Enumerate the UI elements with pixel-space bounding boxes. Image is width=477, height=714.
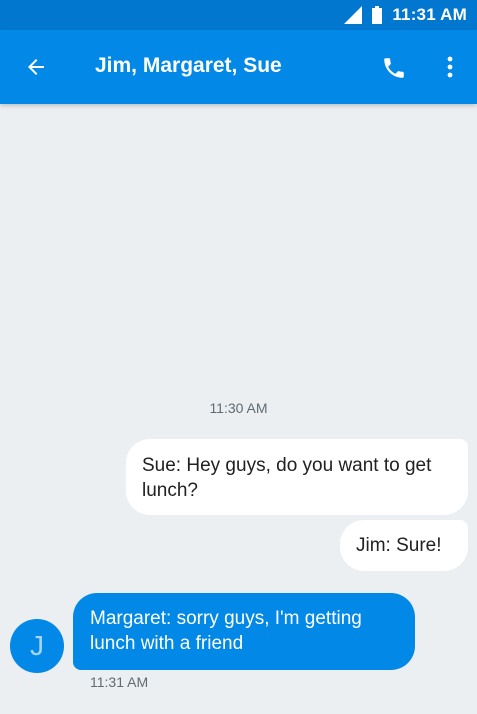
message-text: Sue: Hey guys, do you want to get lunch? [142, 455, 432, 501]
status-time: 11:31 AM [392, 5, 467, 24]
more-vert-icon[interactable] [440, 55, 460, 79]
message-bubble-outgoing[interactable]: Sue: Hey guys, do you want to get lunch? [126, 439, 468, 515]
battery-icon [372, 6, 383, 24]
message-bubble-outgoing[interactable]: Jim: Sure! [340, 520, 468, 571]
back-arrow-icon[interactable] [24, 55, 48, 79]
message-text: Jim: Sure! [356, 535, 442, 556]
conversation-timestamp: 11:30 AM [209, 400, 268, 416]
status-bar: 11:31 AM [0, 0, 477, 30]
phone-icon[interactable] [381, 55, 407, 81]
avatar-initial: J [30, 630, 44, 661]
message-bubble-incoming[interactable]: Margaret: sorry guys, I'm getting lunch … [73, 593, 415, 670]
conversation-title: Jim, Margaret, Sue [95, 54, 282, 77]
app-bar: Jim, Margaret, Sue [0, 30, 477, 104]
message-text: Margaret: sorry guys, I'm getting lunch … [90, 608, 362, 654]
signal-icon [344, 6, 363, 24]
message-timestamp: 11:31 AM [90, 674, 149, 690]
avatar[interactable]: J [10, 619, 64, 673]
